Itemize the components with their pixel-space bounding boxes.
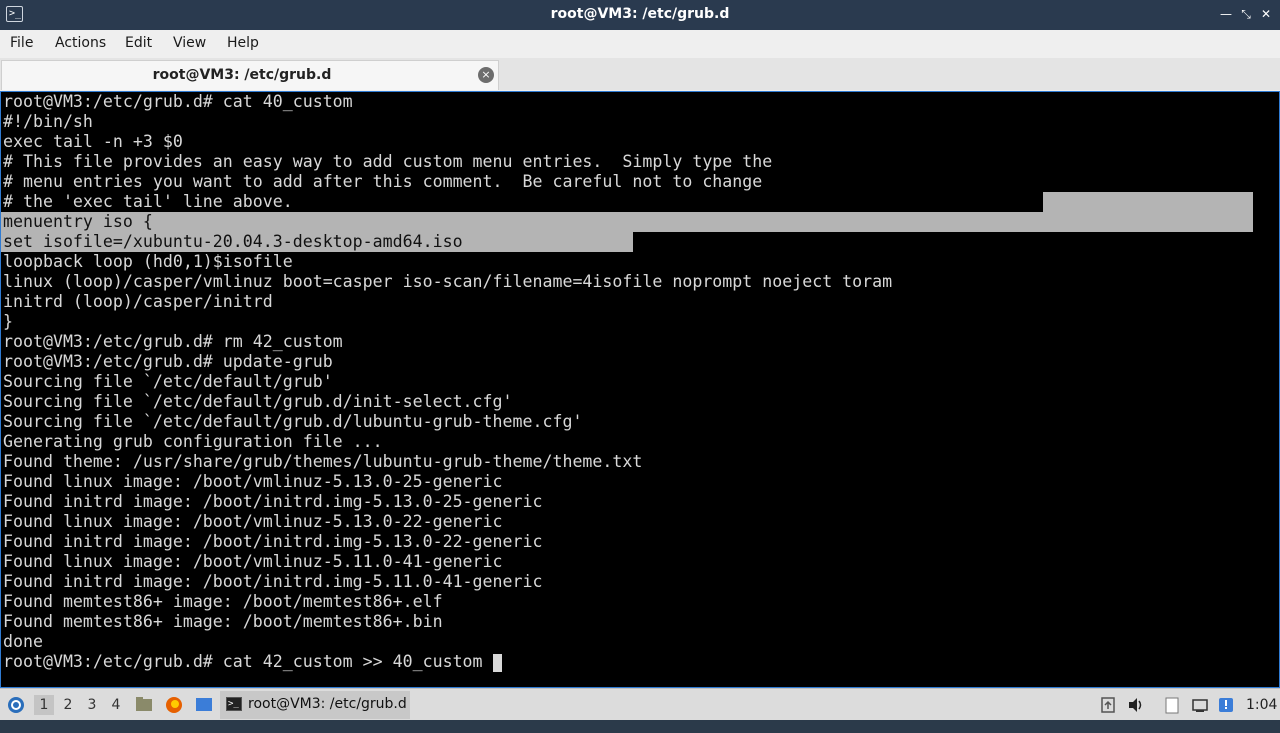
workspace-4[interactable]: 4 [106,695,126,715]
terminal-line: Sourcing file `/etc/default/grub' [3,372,333,391]
tab-bar: root@VM3: /etc/grub.d × [0,58,1280,90]
menu-help[interactable]: Help [227,35,259,51]
taskbar-terminal-button[interactable]: >_ root@VM3: /etc/grub.d [220,691,410,719]
terminal-line: Found memtest86+ image: /boot/memtest86+… [3,612,443,631]
terminal-window: >_ root@VM3: /etc/grub.d — ⤡ ✕ File Acti… [0,0,1280,688]
clock[interactable]: 1:04 [1246,689,1280,721]
terminal-line: # This file provides an easy way to add … [3,152,773,171]
start-menu-icon[interactable] [6,689,26,721]
terminal-line: Found theme: /usr/share/grub/themes/lubu… [3,452,643,471]
selection-highlight [1043,192,1253,212]
terminal-line-selected: set isofile=/xubuntu-20.04.3-desktop-amd… [3,232,463,251]
terminal-line: Sourcing file `/etc/default/grub.d/lubun… [3,412,583,431]
close-icon[interactable]: ✕ [1258,6,1274,22]
terminal-line: done [3,632,43,651]
terminal-line: Found linux image: /boot/vmlinuz-5.13.0-… [3,472,503,491]
terminal-line: #!/bin/sh [3,112,93,131]
terminal-icon: >_ [226,697,242,711]
terminal-line: root@VM3:/etc/grub.d# update-grub [3,352,333,371]
text-cursor [493,654,502,672]
workspace-1[interactable]: 1 [34,695,54,715]
title-bar[interactable]: >_ root@VM3: /etc/grub.d — ⤡ ✕ [0,0,1280,30]
update-notification-icon[interactable] [1216,695,1236,715]
terminal-line: Found memtest86+ image: /boot/memtest86+… [3,592,443,611]
terminal-prompt-line[interactable]: root@VM3:/etc/grub.d# cat 42_custom >> 4… [3,652,493,672]
clipboard-icon[interactable] [1162,695,1182,715]
terminal-line: Found initrd image: /boot/initrd.img-5.1… [3,532,543,551]
desktop-icon[interactable] [194,689,214,721]
terminal-line: Found linux image: /boot/vmlinuz-5.13.0-… [3,512,503,531]
terminal-line: root@VM3:/etc/grub.d# rm 42_custom [3,332,343,351]
file-manager-icon[interactable] [134,689,154,721]
minimize-icon[interactable]: — [1218,6,1234,22]
terminal-line: # the 'exec tail' line above. [3,192,293,211]
terminal-line: linux (loop)/casper/vmlinuz boot=casper … [3,272,893,291]
network-icon[interactable] [1190,695,1210,715]
terminal-line: exec tail -n +3 $0 [3,132,183,151]
menu-edit[interactable]: Edit [125,35,152,51]
terminal-line: # menu entries you want to add after thi… [3,172,763,191]
firefox-icon[interactable] [164,689,184,721]
menu-bar: File Actions Edit View Help [0,30,1280,56]
tab-label: root@VM3: /etc/grub.d [152,67,332,83]
terminal-line-selected: menuentry iso { [3,212,153,231]
taskbar-task-label: root@VM3: /etc/grub.d [248,696,407,712]
menu-view[interactable]: View [173,35,206,51]
upload-icon[interactable] [1098,695,1118,715]
volume-icon[interactable] [1126,695,1146,715]
tab-terminal[interactable]: root@VM3: /etc/grub.d × [1,60,499,90]
terminal-line: } [3,312,13,331]
maximize-icon[interactable]: ⤡ [1238,6,1254,22]
selection-highlight [1,212,1253,232]
terminal-line: Generating grub configuration file ... [3,432,383,451]
terminal-line: Found linux image: /boot/vmlinuz-5.11.0-… [3,552,503,571]
taskbar: 1 2 3 4 >_ root@VM3: /etc/grub.d 1:04 [0,688,1280,720]
terminal-line: Found initrd image: /boot/initrd.img-5.1… [3,572,543,591]
workspace-2[interactable]: 2 [58,695,78,715]
tab-close-icon[interactable]: × [478,67,494,83]
workspace-3[interactable]: 3 [82,695,102,715]
window-title: root@VM3: /etc/grub.d [550,6,730,22]
terminal-output[interactable]: root@VM3:/etc/grub.d# cat 40_custom #!/b… [0,91,1280,688]
terminal-line: root@VM3:/etc/grub.d# cat 40_custom [3,92,353,111]
menu-file[interactable]: File [10,35,33,51]
terminal-line: Sourcing file `/etc/default/grub.d/init-… [3,392,513,411]
terminal-line: initrd (loop)/casper/initrd [3,292,273,311]
terminal-line: loopback loop (hd0,1)$isofile [3,252,293,271]
terminal-line: Found initrd image: /boot/initrd.img-5.1… [3,492,543,511]
menu-actions[interactable]: Actions [55,35,106,51]
